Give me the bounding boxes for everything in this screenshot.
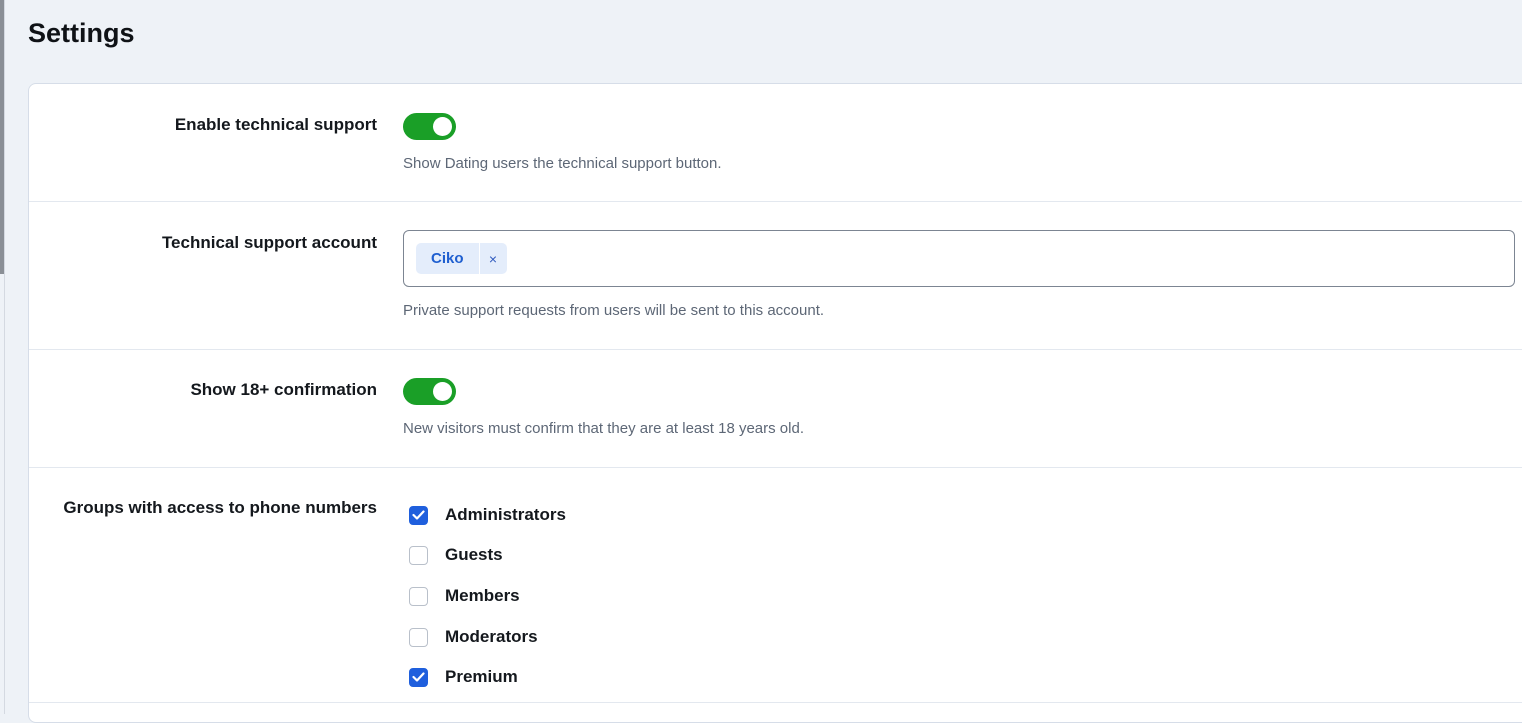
group-label-members: Members (445, 586, 520, 605)
tag-remove-icon[interactable]: × (478, 243, 507, 274)
window-edge-divider (4, 0, 5, 714)
checkbox-guests[interactable] (409, 545, 428, 565)
support-account-label: Technical support account (161, 233, 377, 252)
page-title: Settings (28, 18, 135, 48)
group-label-moderators: Moderators (445, 627, 538, 646)
toggle-knob (433, 382, 452, 401)
settings-card: Enable technical support Show Dating use… (28, 83, 1522, 723)
group-option-members[interactable]: Members (409, 584, 520, 608)
group-option-guests[interactable]: Guests (409, 543, 503, 567)
support-account-input[interactable]: Ciko × (403, 230, 1515, 287)
account-tag: Ciko × (416, 243, 507, 274)
age-confirmation-toggle[interactable] (403, 378, 456, 405)
age-confirmation-help: New visitors must confirm that they are … (403, 420, 804, 437)
phone-access-label: Groups with access to phone numbers (63, 498, 377, 517)
setting-row-age-confirmation: Show 18+ confirmation New visitors must … (29, 350, 1522, 468)
checkbox-members[interactable] (409, 586, 428, 606)
group-label-administrators: Administrators (445, 505, 566, 524)
setting-row-phone-access: Groups with access to phone numbers Admi… (29, 468, 1522, 703)
group-option-moderators[interactable]: Moderators (409, 625, 538, 649)
age-confirmation-label: Show 18+ confirmation (190, 380, 377, 399)
checkbox-administrators[interactable] (409, 505, 428, 525)
support-account-help: Private support requests from users will… (403, 302, 825, 319)
group-label-premium: Premium (445, 667, 518, 686)
group-option-administrators[interactable]: Administrators (409, 503, 566, 527)
setting-row-support-account: Technical support account Ciko × Private… (29, 84, 1522, 350)
checkbox-moderators[interactable] (409, 627, 428, 647)
group-label-guests: Guests (445, 545, 503, 564)
check-icon (412, 510, 425, 520)
check-icon (412, 672, 425, 682)
account-tag-label: Ciko (431, 250, 464, 267)
checkbox-premium[interactable] (409, 667, 428, 687)
group-option-premium[interactable]: Premium (409, 665, 518, 689)
